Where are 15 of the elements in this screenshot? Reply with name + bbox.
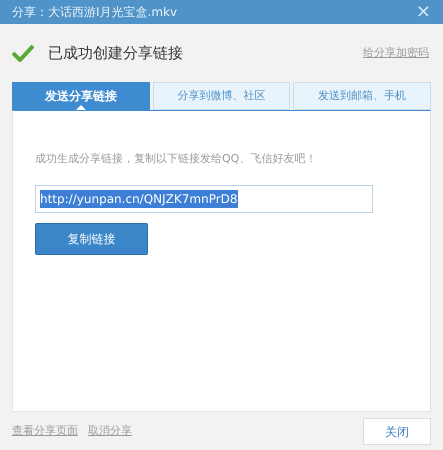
instruction-text: 成功生成分享链接，复制以下链接发给QQ、飞信好友吧！	[35, 151, 318, 167]
close-button[interactable]: ×	[416, 3, 431, 21]
success-message: 已成功创建分享链接	[48, 42, 183, 64]
footer-link[interactable]: 查看分享页面	[12, 423, 78, 440]
tab[interactable]: 发送分享链接	[12, 82, 150, 110]
password-link[interactable]: 给分享加密码	[363, 44, 429, 62]
url-field[interactable]: http://yunpan.cn/QNJZK7mnPrD8	[35, 184, 373, 212]
url-text: http://yunpan.cn/QNJZK7mnPrD8	[40, 190, 238, 208]
copy-button[interactable]: 复制链接	[35, 222, 148, 254]
checkmark-icon	[12, 44, 34, 62]
tab[interactable]: 发送到邮箱、手机	[293, 82, 432, 110]
window-title: 分享：大话西游Ⅰ月光宝盒.mkv	[12, 4, 178, 21]
tab[interactable]: 分享到微博、社区	[152, 82, 290, 110]
footer-link[interactable]: 取消分享	[88, 423, 132, 440]
close-dialog-button[interactable]: 关闭	[363, 418, 431, 445]
